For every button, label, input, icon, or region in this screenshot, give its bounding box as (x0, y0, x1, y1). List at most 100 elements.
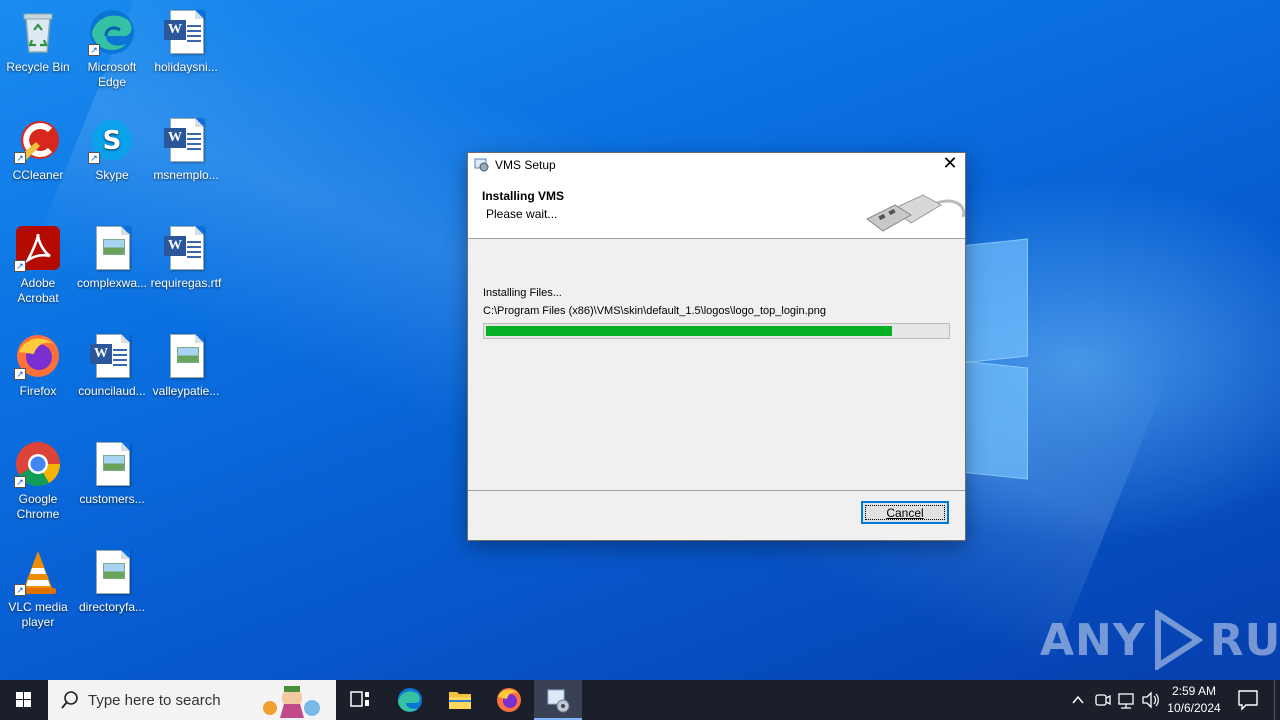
speaker-icon (1142, 691, 1159, 709)
word-document-icon: W (162, 8, 210, 56)
icon-label: requiregas.rtf (150, 276, 222, 290)
dialog-titlebar[interactable]: VMS Setup ✕ (468, 153, 965, 177)
adobe-acrobat-icon: ↗ (14, 224, 62, 272)
dialog-title: VMS Setup (495, 158, 556, 172)
image-file-icon (88, 548, 136, 596)
tray-overflow-chevron[interactable] (1066, 680, 1090, 720)
edge-icon (398, 688, 422, 712)
chevron-up-icon (1072, 695, 1084, 704)
cancel-button[interactable]: Cancel (861, 501, 949, 524)
desktop-icon-recycle-bin[interactable]: Recycle Bin (0, 8, 76, 75)
desktop-icon-adobe-acrobat[interactable]: ↗ Adobe Acrobat (0, 224, 76, 306)
setup-app-icon (547, 689, 570, 713)
dialog-header: Installing VMS Please wait... (468, 177, 965, 239)
skype-icon: S ↗ (88, 116, 136, 164)
action-center-button[interactable] (1232, 680, 1272, 720)
install-progress-bar (483, 323, 950, 339)
icon-label: Skype (95, 168, 129, 182)
svg-text:S: S (103, 126, 122, 156)
desktop-icon-google-chrome[interactable]: ↗ Google Chrome (0, 440, 76, 522)
close-icon[interactable]: ✕ (935, 153, 965, 177)
ccleaner-icon: ↗ (14, 116, 62, 164)
desktop-icon-customers[interactable]: customers... (74, 440, 150, 507)
icon-label: directoryfa... (78, 600, 146, 614)
desktop-icon-vlc[interactable]: ↗ VLC media player (0, 548, 76, 630)
current-file-path: C:\Program Files (x86)\VMS\skin\default_… (483, 305, 827, 317)
clock-date: 10/6/2024 (1167, 701, 1221, 715)
desktop-icon-valleypatie[interactable]: valleypatie... (148, 332, 224, 399)
icon-label: holidaysni... (154, 60, 218, 74)
watermark-right-text: RUN (1209, 614, 1280, 666)
icon-label: Microsoft Edge (87, 60, 137, 89)
tray-network[interactable] (1116, 680, 1138, 720)
folder-icon (449, 692, 471, 709)
header-title: Installing VMS (482, 189, 565, 203)
word-document-icon: W (162, 116, 210, 164)
clock-time: 2:59 AM (1171, 684, 1217, 698)
setup-app-icon (474, 158, 489, 172)
desktop-icon-ccleaner[interactable]: ↗ CCleaner (0, 116, 76, 183)
chrome-icon: ↗ (14, 440, 62, 488)
desktop-icon-directoryfa[interactable]: directoryfa... (74, 548, 150, 615)
image-file-icon (162, 332, 210, 380)
desktop-icon-skype[interactable]: S ↗ Skype (74, 116, 150, 183)
taskbar: Type here to search 2:59 AM 10/6/2024 (0, 680, 1280, 720)
progress-fill (486, 326, 892, 336)
icon-label: Adobe Acrobat (17, 276, 59, 305)
taskbar-clock[interactable]: 2:59 AM 10/6/2024 (1160, 683, 1228, 717)
icon-label: Recycle Bin (6, 60, 70, 74)
word-document-icon: W (162, 224, 210, 272)
task-view-button[interactable] (336, 680, 384, 720)
icon-label: CCleaner (12, 168, 64, 182)
icon-label: Google Chrome (16, 492, 60, 521)
desktop-icon-councilaud[interactable]: W councilaud... (74, 332, 150, 399)
icon-label: customers... (79, 492, 145, 506)
search-doodle-icon (263, 686, 320, 718)
start-button[interactable] (0, 680, 48, 720)
network-icon (1118, 693, 1134, 709)
taskbar-file-explorer-button[interactable] (436, 680, 484, 720)
status-text: Installing Files... (483, 287, 562, 299)
search-icon (61, 691, 78, 709)
task-view-icon (350, 691, 369, 707)
notification-icon (1238, 690, 1258, 711)
anyrun-watermark: ANY RUN (1040, 608, 1280, 672)
taskbar-firefox-button[interactable] (485, 680, 533, 720)
dialog-body: Installing Files... C:\Program Files (x8… (468, 239, 965, 491)
windows-start-icon (16, 692, 31, 707)
desktop-icon-microsoft-edge[interactable]: ↗ Microsoft Edge (74, 8, 150, 90)
tray-volume[interactable] (1140, 680, 1162, 720)
desktop-icon-holidaysni[interactable]: W holidaysni... (148, 8, 224, 75)
dialog-footer: Cancel (468, 491, 965, 540)
desktop-icon-requiregas[interactable]: W requiregas.rtf (148, 224, 224, 291)
watermark-left-text: ANY (1040, 614, 1146, 666)
firefox-icon: ↗ (14, 332, 62, 380)
recycle-bin-icon (14, 8, 62, 56)
usb-drive-icon (866, 194, 965, 232)
vms-setup-dialog: VMS Setup ✕ Installing VMS Please wait..… (467, 152, 966, 541)
firefox-icon (497, 688, 521, 712)
tray-meet-now[interactable] (1092, 680, 1114, 720)
desktop-icon-firefox[interactable]: ↗ Firefox (0, 332, 76, 399)
desktop: Recycle Bin ↗ CCleaner ↗ Adobe Acrobat ↗… (0, 0, 1280, 680)
icon-label: msnemplo... (153, 168, 219, 182)
taskbar-search-box[interactable]: Type here to search (48, 680, 336, 720)
desktop-icon-complexwa[interactable]: complexwa... (74, 224, 150, 291)
icon-label: Firefox (19, 384, 57, 398)
taskbar-vms-setup-button[interactable] (534, 680, 582, 720)
image-file-icon (88, 440, 136, 488)
header-subtitle: Please wait... (486, 207, 558, 221)
icon-label: complexwa... (76, 276, 148, 290)
icon-label: councilaud... (78, 384, 146, 398)
show-desktop-button[interactable] (1274, 680, 1280, 720)
edge-icon: ↗ (88, 8, 136, 56)
word-document-icon: W (88, 332, 136, 380)
desktop-icon-msnemplo[interactable]: W msnemplo... (148, 116, 224, 183)
play-icon (1154, 610, 1204, 670)
icon-label: valleypatie... (152, 384, 220, 398)
icon-label: VLC media player (8, 600, 68, 629)
image-file-icon (88, 224, 136, 272)
search-placeholder: Type here to search (88, 692, 221, 709)
camera-icon (1095, 694, 1111, 706)
taskbar-edge-button[interactable] (386, 680, 434, 720)
